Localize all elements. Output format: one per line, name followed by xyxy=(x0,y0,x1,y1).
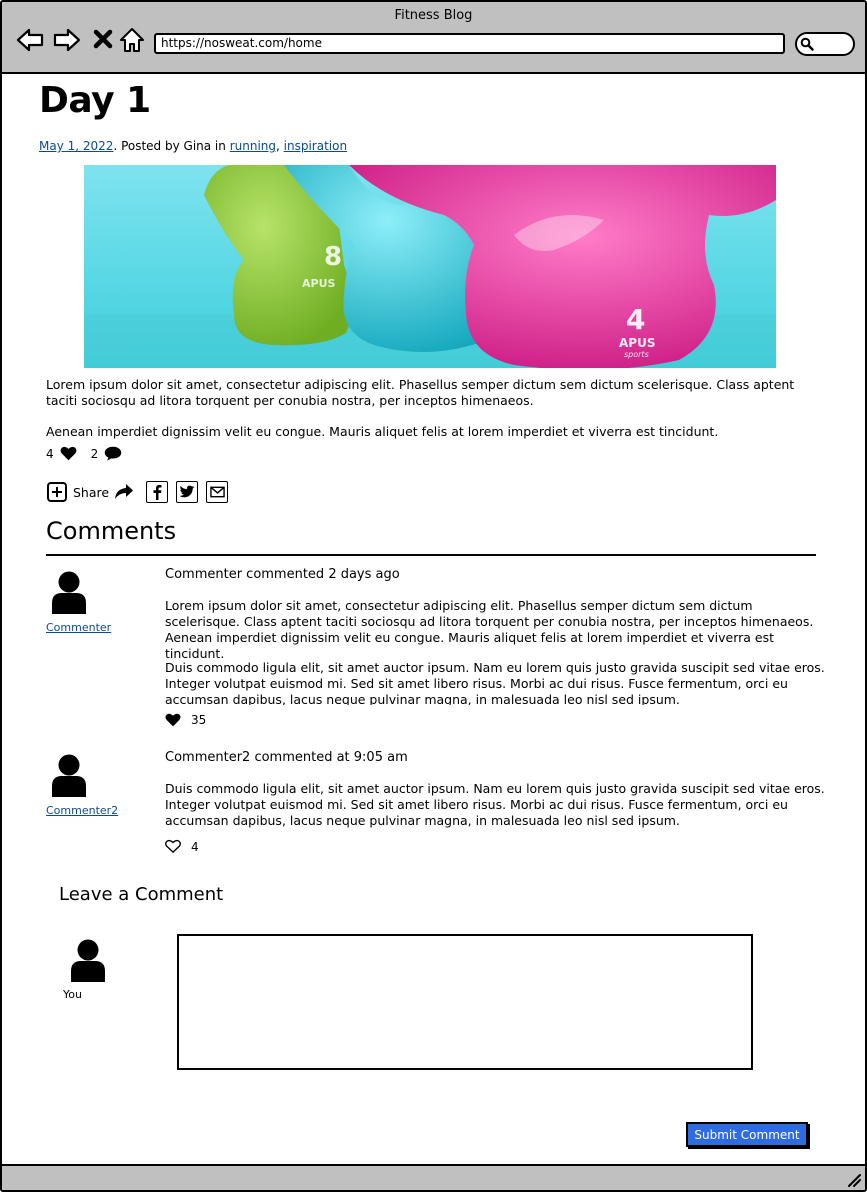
post-title: Day 1 xyxy=(39,80,151,121)
close-icon[interactable] xyxy=(90,26,118,54)
comment-text-1: Lorem ipsum dolor sit amet, consectetur … xyxy=(165,598,814,661)
heart-icon[interactable] xyxy=(60,446,77,461)
search-icon xyxy=(800,37,814,51)
back-arrow-icon[interactable] xyxy=(16,26,44,54)
email-share-button[interactable] xyxy=(206,481,229,503)
comments-heading: Comments xyxy=(46,517,177,545)
comment-like-count: 35 xyxy=(191,713,207,727)
browser-search-box[interactable] xyxy=(795,32,855,56)
comment-header: Commenter commented 2 days ago xyxy=(165,567,400,582)
plus-box-icon[interactable] xyxy=(47,482,67,502)
heart-outline-icon[interactable] xyxy=(165,839,181,854)
tag-separator: , xyxy=(276,139,280,153)
resize-grip-icon[interactable] xyxy=(845,1171,861,1187)
submit-comment-button[interactable]: Submit Comment xyxy=(686,1122,808,1147)
home-icon[interactable] xyxy=(118,26,146,54)
comment-like-count: 4 xyxy=(191,839,199,854)
hero-brand-green: APUS xyxy=(302,277,336,290)
comment-count: 2 xyxy=(90,446,99,461)
commenter-link[interactable]: Commenter xyxy=(46,621,111,634)
comment-text-1: Duis commodo ligula elit, sit amet aucto… xyxy=(165,781,825,828)
comment-like-row: 4 xyxy=(165,839,199,854)
url-bar[interactable]: https://nosweat.com/home xyxy=(154,33,785,54)
browser-titlebar: Fitness Blog https://nosweat.com/home xyxy=(2,2,865,74)
comment-header: Commenter2 commented at 9:05 am xyxy=(165,750,408,765)
post-hero-image: 8 APUS 4 APUS sports xyxy=(84,165,776,368)
facebook-icon xyxy=(153,484,162,500)
post-counts: 4 2 xyxy=(46,446,122,461)
you-label: You xyxy=(63,988,82,1001)
user-avatar-icon xyxy=(52,754,86,797)
like-count: 4 xyxy=(46,446,54,461)
facebook-share-button[interactable] xyxy=(146,481,169,503)
tag-link-running[interactable]: running xyxy=(230,139,276,153)
browser-statusbar xyxy=(2,1164,865,1190)
forward-arrow-icon[interactable] xyxy=(53,26,81,54)
post-meta: May 1, 2022. Posted by Gina in running, … xyxy=(39,139,347,153)
email-icon xyxy=(209,486,225,498)
browser-window: Fitness Blog https://nosweat.com/home Da… xyxy=(0,0,867,1192)
comment-textarea[interactable] xyxy=(177,934,753,1070)
comment-like-row: 35 xyxy=(165,713,206,727)
hero-brand-pink: APUS xyxy=(619,336,655,350)
hero-number-8: 8 xyxy=(324,242,342,272)
twitter-share-button[interactable] xyxy=(176,481,199,503)
post-paragraph-2: Aenean imperdiet dignissim velit eu cong… xyxy=(46,424,719,439)
post-date-link[interactable]: May 1, 2022 xyxy=(39,139,113,153)
post-paragraph-1: Lorem ipsum dolor sit amet, consectetur … xyxy=(46,377,795,408)
twitter-icon xyxy=(179,485,195,498)
heart-icon[interactable] xyxy=(165,713,181,727)
share-arrow-icon[interactable] xyxy=(114,483,134,501)
commenter2-link[interactable]: Commenter2 xyxy=(46,804,118,817)
comments-divider xyxy=(46,554,816,556)
tag-link-inspiration[interactable]: inspiration xyxy=(284,139,347,153)
user-avatar-icon xyxy=(52,571,86,614)
hero-brand-sub: sports xyxy=(624,350,649,359)
share-row: Share xyxy=(47,481,229,503)
window-title: Fitness Blog xyxy=(394,8,473,23)
share-label[interactable]: Share xyxy=(73,485,109,500)
user-avatar-icon xyxy=(71,939,105,982)
hero-number-4: 4 xyxy=(626,303,645,336)
comment-text-2: Duis commodo ligula elit, sit amet aucto… xyxy=(165,660,825,705)
comment-bubble-icon[interactable] xyxy=(104,446,122,461)
posted-by-text: . Posted by Gina in xyxy=(113,139,230,153)
leave-comment-heading: Leave a Comment xyxy=(59,884,224,905)
